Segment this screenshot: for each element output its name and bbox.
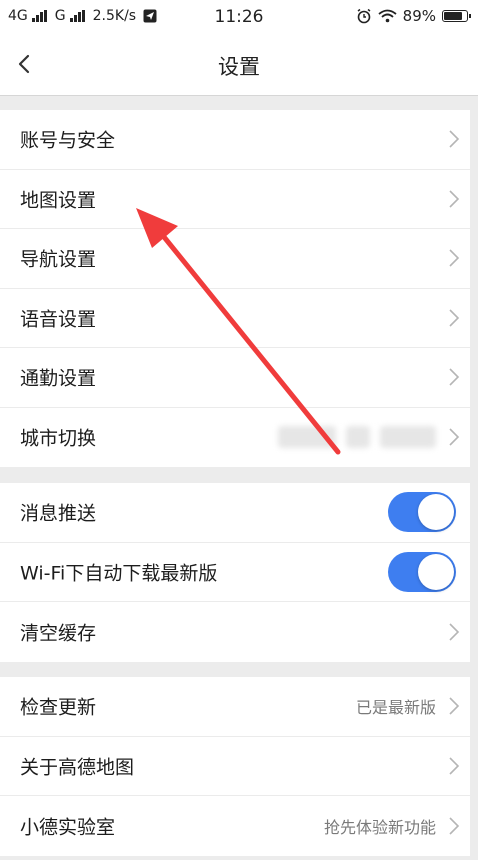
- battery-percent: 89%: [402, 7, 436, 25]
- chevron-right-icon: [449, 817, 460, 835]
- chevron-right-icon: [449, 428, 460, 446]
- row-about-amap[interactable]: 关于高德地图: [0, 737, 470, 796]
- settings-group-about: 检查更新 已是最新版 关于高德地图 小德实验室 抢先体验新功能: [0, 677, 470, 856]
- row-label: 通勤设置: [20, 367, 97, 390]
- chevron-right-icon: [449, 697, 460, 715]
- row-label: 导航设置: [20, 248, 97, 271]
- row-account-security[interactable]: 账号与安全: [0, 110, 470, 170]
- row-value: 抢先体验新功能: [323, 817, 436, 837]
- battery-icon: [442, 10, 471, 22]
- row-label: 关于高德地图: [20, 756, 135, 779]
- row-xiaode-lab[interactable]: 小德实验室 抢先体验新功能: [0, 796, 470, 856]
- row-map-settings[interactable]: 地图设置: [0, 170, 470, 229]
- status-right: 89%: [356, 7, 471, 25]
- alarm-icon: [357, 8, 371, 24]
- row-label: 小德实验室: [20, 816, 116, 839]
- row-clear-cache[interactable]: 清空缓存: [0, 602, 470, 662]
- row-label: 检查更新: [20, 696, 97, 719]
- row-label: 语音设置: [20, 308, 97, 331]
- chevron-right-icon: [449, 368, 460, 386]
- row-check-update[interactable]: 检查更新 已是最新版: [0, 677, 470, 737]
- battery-fill: [444, 12, 462, 20]
- toggle-knob: [418, 553, 454, 590]
- chevron-right-icon: [449, 249, 460, 267]
- row-label: 清空缓存: [20, 622, 97, 645]
- chevron-right-icon: [449, 190, 460, 208]
- blurred-city-value: [278, 426, 436, 449]
- scroll-edge: [470, 96, 478, 860]
- settings-group-general: 账号与安全 地图设置 导航设置 语音设置 通勤设置 城市切换: [0, 110, 470, 467]
- wifi-icon: [378, 9, 397, 23]
- row-voice-settings[interactable]: 语音设置: [0, 289, 470, 348]
- settings-group-toggles: 消息推送 Wi-Fi下自动下载最新版 清空缓存: [0, 483, 470, 662]
- row-push-notifications: 消息推送: [0, 483, 470, 543]
- chevron-right-icon: [449, 309, 460, 327]
- row-label: 城市切换: [20, 427, 97, 450]
- page-title: 设置: [218, 55, 260, 79]
- nav-bar: 设置: [0, 34, 478, 96]
- chevron-right-icon: [449, 130, 460, 148]
- wifi-download-toggle[interactable]: [388, 551, 456, 592]
- chevron-right-icon: [449, 757, 460, 775]
- row-value: 已是最新版: [355, 698, 436, 718]
- row-label: 地图设置: [20, 189, 97, 212]
- chevron-right-icon: [449, 623, 460, 641]
- row-wifi-auto-download: Wi-Fi下自动下载最新版: [0, 543, 470, 602]
- toggle-knob: [418, 494, 454, 531]
- row-label: 账号与安全: [20, 129, 116, 152]
- row-commute-settings[interactable]: 通勤设置: [0, 348, 470, 408]
- push-toggle[interactable]: [388, 492, 456, 533]
- row-label: 消息推送: [20, 502, 97, 525]
- status-bar: 4G G 2.5K/s 11:26 89%: [0, 0, 478, 34]
- row-navigation-settings[interactable]: 导航设置: [0, 229, 470, 289]
- row-label: Wi-Fi下自动下载最新版: [20, 562, 218, 585]
- row-city-switch[interactable]: 城市切换: [0, 408, 470, 468]
